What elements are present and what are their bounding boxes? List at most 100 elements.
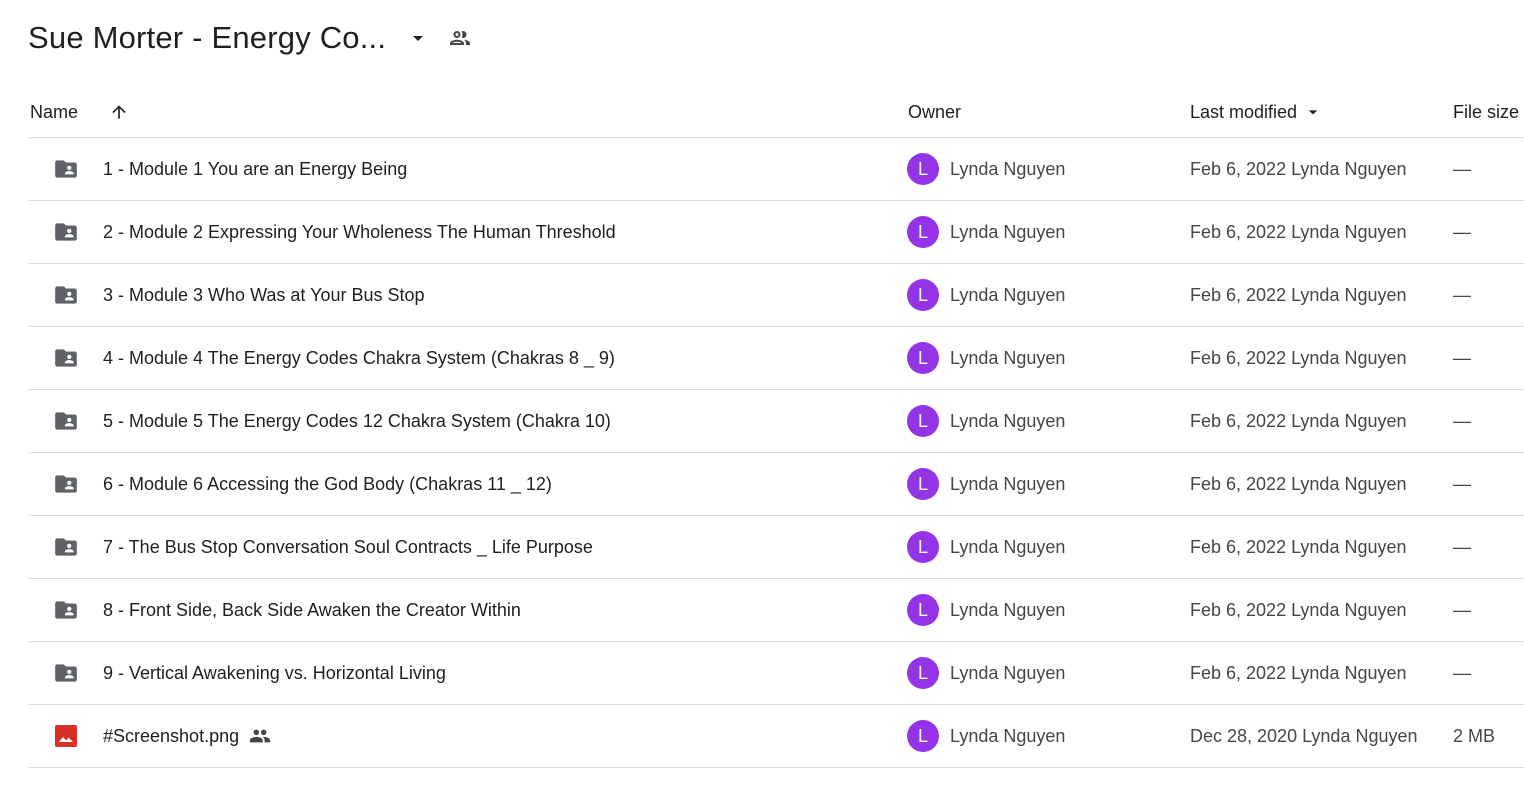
people-icon (249, 725, 271, 747)
arrow-up-icon[interactable] (108, 88, 130, 136)
shared-folder-icon (52, 579, 80, 641)
owner-name: Lynda Nguyen (950, 284, 1066, 305)
owner-cell: L Lynda Nguyen (907, 516, 1065, 578)
file-row[interactable]: 6 - Module 6 Accessing the God Body (Cha… (28, 453, 1524, 516)
file-name[interactable]: 8 - Front Side, Back Side Awaken the Cre… (103, 579, 521, 641)
file-row[interactable]: 3 - Module 3 Who Was at Your Bus Stop L … (28, 264, 1524, 327)
owner-cell: L Lynda Nguyen (907, 705, 1065, 767)
owner-name: Lynda Nguyen (950, 662, 1066, 683)
file-name[interactable]: 4 - Module 4 The Energy Codes Chakra Sys… (103, 327, 615, 389)
file-list: 1 - Module 1 You are an Energy Being L L… (28, 138, 1524, 768)
last-modified-cell: Feb 6, 2022 Lynda Nguyen (1190, 536, 1407, 557)
shared-folder-icon (52, 390, 80, 452)
shared-folder-icon (52, 138, 80, 200)
owner-name: Lynda Nguyen (950, 473, 1066, 494)
last-modified-cell: Feb 6, 2022 Lynda Nguyen (1190, 221, 1407, 242)
file-row[interactable]: 1 - Module 1 You are an Energy Being L L… (28, 138, 1524, 201)
file-name[interactable]: 1 - Module 1 You are an Energy Being (103, 138, 407, 200)
file-row[interactable]: #Screenshot.png L Lynda Nguyen Dec 28, 2… (28, 705, 1524, 768)
file-row[interactable]: 8 - Front Side, Back Side Awaken the Cre… (28, 579, 1524, 642)
file-name-text: 7 - The Bus Stop Conversation Soul Contr… (103, 536, 593, 557)
last-modified-cell: Feb 6, 2022 Lynda Nguyen (1190, 347, 1407, 368)
file-size-cell: — (1453, 473, 1471, 494)
file-name-text: 4 - Module 4 The Energy Codes Chakra Sys… (103, 347, 615, 368)
file-name[interactable]: 9 - Vertical Awakening vs. Horizontal Li… (103, 642, 446, 704)
avatar[interactable]: L (907, 153, 939, 185)
file-size-cell: — (1453, 599, 1471, 620)
last-modified-label: Last modified (1190, 101, 1298, 122)
avatar[interactable]: L (907, 405, 939, 437)
avatar[interactable]: L (907, 216, 939, 248)
avatar[interactable]: L (907, 342, 939, 374)
owner-cell: L Lynda Nguyen (907, 579, 1065, 641)
file-size-cell: 2 MB (1453, 725, 1496, 746)
shared-folder-icon (52, 201, 80, 263)
file-name-text: 2 - Module 2 Expressing Your Wholeness T… (103, 221, 616, 242)
avatar[interactable]: L (907, 531, 939, 563)
column-header-file-size[interactable]: File size (1453, 88, 1519, 136)
folder-title[interactable]: Sue Morter - Energy Co... (28, 20, 386, 56)
avatar[interactable]: L (907, 720, 939, 752)
shared-folder-icon (52, 264, 80, 326)
shared-folder-icon (52, 516, 80, 578)
file-name[interactable]: 5 - Module 5 The Energy Codes 12 Chakra … (103, 390, 611, 452)
owner-cell: L Lynda Nguyen (907, 264, 1065, 326)
owner-name: Lynda Nguyen (950, 221, 1066, 242)
file-name-text: 5 - Module 5 The Energy Codes 12 Chakra … (103, 410, 611, 431)
file-name-text: 1 - Module 1 You are an Energy Being (103, 158, 408, 179)
last-modified-cell: Dec 28, 2020 Lynda Nguyen (1190, 725, 1418, 746)
owner-cell: L Lynda Nguyen (907, 138, 1065, 200)
owner-cell: L Lynda Nguyen (907, 390, 1065, 452)
owner-name: Lynda Nguyen (950, 725, 1066, 746)
file-row[interactable]: 7 - The Bus Stop Conversation Soul Contr… (28, 516, 1524, 579)
file-size-cell: — (1453, 410, 1471, 431)
file-size-cell: — (1453, 221, 1471, 242)
owner-name: Lynda Nguyen (950, 347, 1066, 368)
file-name-text: 3 - Module 3 Who Was at Your Bus Stop (103, 284, 425, 305)
file-name[interactable]: 2 - Module 2 Expressing Your Wholeness T… (103, 201, 616, 263)
file-size-cell: — (1453, 662, 1471, 683)
file-row[interactable]: 9 - Vertical Awakening vs. Horizontal Li… (28, 642, 1524, 705)
owner-name: Lynda Nguyen (950, 536, 1066, 557)
owner-name: Lynda Nguyen (950, 158, 1066, 179)
avatar[interactable]: L (907, 468, 939, 500)
avatar[interactable]: L (907, 594, 939, 626)
file-name[interactable]: 3 - Module 3 Who Was at Your Bus Stop (103, 264, 425, 326)
file-row[interactable]: 5 - Module 5 The Energy Codes 12 Chakra … (28, 390, 1524, 453)
file-name-text: 8 - Front Side, Back Side Awaken the Cre… (103, 599, 521, 620)
file-row[interactable]: 2 - Module 2 Expressing Your Wholeness T… (28, 201, 1524, 264)
column-header-last-modified[interactable]: Last modified (1190, 88, 1323, 136)
file-name[interactable]: 6 - Module 6 Accessing the God Body (Cha… (103, 453, 552, 515)
file-name-text: 9 - Vertical Awakening vs. Horizontal Li… (103, 662, 446, 683)
column-header-name[interactable]: Name (30, 88, 78, 136)
folder-header: Sue Morter - Energy Co... (28, 16, 474, 60)
last-modified-cell: Feb 6, 2022 Lynda Nguyen (1190, 473, 1407, 494)
arrow-drop-down-icon[interactable] (406, 26, 430, 50)
last-modified-cell: Feb 6, 2022 Lynda Nguyen (1190, 158, 1407, 179)
column-header-owner[interactable]: Owner (908, 88, 961, 136)
last-modified-cell: Feb 6, 2022 Lynda Nguyen (1190, 410, 1407, 431)
people-outline-icon[interactable] (446, 24, 474, 52)
last-modified-cell: Feb 6, 2022 Lynda Nguyen (1190, 599, 1407, 620)
avatar[interactable]: L (907, 657, 939, 689)
file-name[interactable]: #Screenshot.png (103, 705, 271, 767)
owner-cell: L Lynda Nguyen (907, 201, 1065, 263)
avatar[interactable]: L (907, 279, 939, 311)
file-name[interactable]: 7 - The Bus Stop Conversation Soul Contr… (103, 516, 593, 578)
column-header-row: Name Owner Last modified File size (28, 88, 1524, 138)
shared-folder-icon (52, 642, 80, 704)
file-size-cell: — (1453, 158, 1471, 179)
file-size-cell: — (1453, 536, 1471, 557)
owner-name: Lynda Nguyen (950, 410, 1066, 431)
arrow-drop-down-icon[interactable] (1303, 102, 1323, 122)
file-size-cell: — (1453, 347, 1471, 368)
last-modified-cell: Feb 6, 2022 Lynda Nguyen (1190, 284, 1407, 305)
file-name-text: 6 - Module 6 Accessing the God Body (Cha… (103, 473, 552, 494)
owner-name: Lynda Nguyen (950, 599, 1066, 620)
file-row[interactable]: 4 - Module 4 The Energy Codes Chakra Sys… (28, 327, 1524, 390)
shared-folder-icon (52, 453, 80, 515)
owner-cell: L Lynda Nguyen (907, 453, 1065, 515)
file-size-cell: — (1453, 284, 1471, 305)
owner-cell: L Lynda Nguyen (907, 327, 1065, 389)
shared-folder-icon (52, 327, 80, 389)
